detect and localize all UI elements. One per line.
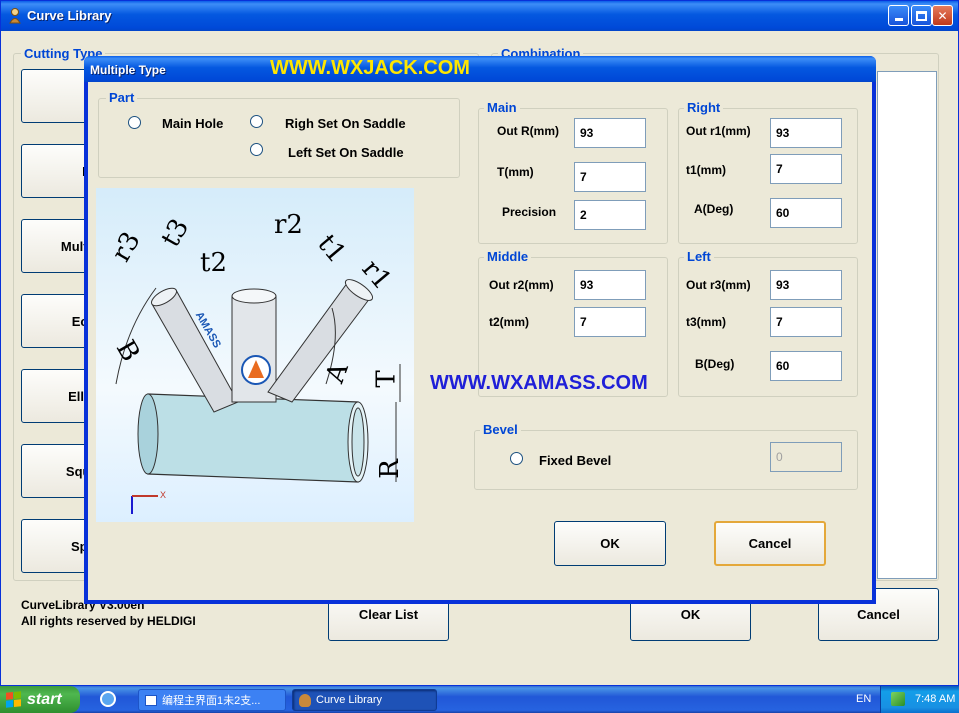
t-label: T(mm) xyxy=(497,165,534,179)
maximize-icon xyxy=(916,10,927,21)
start-label: start xyxy=(27,690,62,708)
multiple-type-dialog: Multiple Type WWW.WXJACK.COM Part Main H… xyxy=(84,56,876,604)
fixed-bevel-label: Fixed Bevel xyxy=(539,453,612,468)
dialog-ok-button[interactable]: OK xyxy=(554,521,666,566)
fixed-bevel-radio[interactable] xyxy=(510,452,523,465)
minimize-button[interactable] xyxy=(888,5,909,26)
left-saddle-radio[interactable] xyxy=(250,143,263,156)
taskbar: start 编程主界面1未2支... Curve Library EN 7:48… xyxy=(0,686,959,713)
main-title-bar[interactable]: Curve Library ✕ xyxy=(1,1,958,31)
t-input[interactable] xyxy=(574,162,646,192)
maximize-button[interactable] xyxy=(911,5,932,26)
out-r2-input[interactable] xyxy=(574,270,646,300)
combination-list[interactable] xyxy=(877,71,937,579)
start-button[interactable]: start xyxy=(0,686,80,713)
language-indicator[interactable]: EN xyxy=(856,693,871,705)
right-group-label: Right xyxy=(684,100,724,115)
diagram-axis-x: X xyxy=(160,490,167,500)
out-r1-input[interactable] xyxy=(770,118,842,148)
part-group xyxy=(98,98,460,178)
bevel-group-label: Bevel xyxy=(480,422,521,437)
task-button-editor[interactable]: 编程主界面1未2支... xyxy=(138,689,286,711)
bevel-input[interactable] xyxy=(770,442,842,472)
dialog-title-bar[interactable]: Multiple Type WWW.WXJACK.COM xyxy=(84,56,876,82)
window-icon xyxy=(145,694,157,706)
dialog-title: Multiple Type xyxy=(90,63,166,77)
a-deg-input[interactable] xyxy=(770,198,842,228)
b-deg-label: B(Deg) xyxy=(695,357,735,371)
a-deg-label: A(Deg) xyxy=(694,202,734,216)
task-button-curve-library[interactable]: Curve Library xyxy=(292,689,437,711)
clock[interactable]: 7:48 AM xyxy=(915,693,955,705)
main-hole-label: Main Hole xyxy=(162,116,224,131)
t1-input[interactable] xyxy=(770,154,842,184)
diagram-label-t: T xyxy=(371,370,402,388)
precision-input[interactable] xyxy=(574,200,646,230)
t3-label: t3(mm) xyxy=(686,315,727,329)
t3-input[interactable] xyxy=(770,307,842,337)
left-group-label: Left xyxy=(684,249,714,264)
part-label: Part xyxy=(106,90,138,105)
out-r-label: Out R(mm) xyxy=(497,124,559,138)
out-r1-label: Out r1(mm) xyxy=(686,124,751,138)
out-r3-label: Out r3(mm) xyxy=(686,278,751,292)
main-group-label: Main xyxy=(484,100,520,115)
tee-joint-drawing xyxy=(115,279,401,514)
right-saddle-label: Righ Set On Saddle xyxy=(285,116,406,131)
task-curve-label: Curve Library xyxy=(316,694,383,706)
middle-group-label: Middle xyxy=(484,249,532,264)
out-r-input[interactable] xyxy=(574,118,646,148)
close-button[interactable]: ✕ xyxy=(932,5,953,26)
quick-launch-ie-icon[interactable] xyxy=(100,691,116,707)
windows-logo-icon xyxy=(6,691,21,708)
main-window-title: Curve Library xyxy=(27,8,112,23)
tee-joint-diagram: r3 t3 t2 r2 t1 r1 B A T R AMASS X xyxy=(96,188,414,522)
diagram-label-t2: t2 xyxy=(200,248,227,278)
out-r2-label: Out r2(mm) xyxy=(489,278,554,292)
b-deg-input[interactable] xyxy=(770,351,842,381)
minimize-icon xyxy=(894,18,903,21)
app-icon xyxy=(299,693,311,707)
precision-label: Precision xyxy=(502,205,557,219)
t1-label: t1(mm) xyxy=(686,163,727,177)
rights-text: All rights reserved by HELDIGI xyxy=(21,614,196,628)
app-icon xyxy=(8,8,22,24)
out-r3-input[interactable] xyxy=(770,270,842,300)
dialog-cancel-button[interactable]: Cancel xyxy=(714,521,826,566)
system-tray: 7:48 AM xyxy=(880,686,959,713)
watermark-top: WWW.WXJACK.COM xyxy=(270,57,470,79)
t2-label: t2(mm) xyxy=(489,315,530,329)
diagram-label-r2: r2 xyxy=(274,210,303,240)
watermark-mid: WWW.WXAMASS.COM xyxy=(430,372,648,394)
left-saddle-label: Left Set On Saddle xyxy=(288,145,404,160)
right-saddle-radio[interactable] xyxy=(250,115,263,128)
task-editor-label: 编程主界面1未2支... xyxy=(162,695,261,707)
dialog-body: Part Main Hole Righ Set On Saddle Left S… xyxy=(88,82,872,600)
main-hole-radio[interactable] xyxy=(128,116,141,129)
network-icon[interactable] xyxy=(891,692,905,706)
close-icon: ✕ xyxy=(937,8,948,23)
diagram-label-r: R xyxy=(374,459,405,479)
t2-input[interactable] xyxy=(574,307,646,337)
